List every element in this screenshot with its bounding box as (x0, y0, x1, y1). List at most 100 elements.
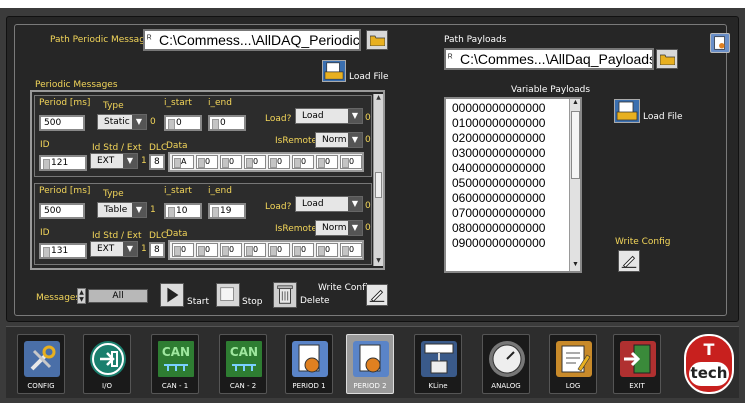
nav-exit-button[interactable]: EXIT (613, 334, 661, 394)
nav-analog-button[interactable]: ANALOG (482, 334, 530, 394)
nav-config-button[interactable]: CONFIG (17, 334, 65, 394)
start-label: Start (187, 297, 209, 307)
stop-button[interactable] (216, 283, 240, 307)
data-byte[interactable]: 0 (268, 243, 290, 257)
type-select[interactable]: Static ▼ (97, 114, 147, 130)
data-byte[interactable]: 0 (268, 155, 290, 169)
load-file-icon (324, 62, 344, 80)
istart-input[interactable]: 0 (164, 115, 202, 131)
document-gear-icon (714, 36, 725, 50)
nav-period1-button[interactable]: PERIOD 1 (285, 334, 333, 394)
trash-icon (277, 285, 293, 304)
payloads-path-input[interactable]: C:\Commes...\AllDaq_Payloads.txt (444, 48, 654, 70)
periodic-path-input[interactable]: C:\Commess...\AllDAQ_Periodic.txt (143, 29, 361, 51)
kline-terminal-icon (421, 341, 457, 377)
payloads-write-config-button[interactable] (618, 250, 640, 272)
nav-label: CAN - 1 (161, 382, 189, 390)
delete-button[interactable] (273, 282, 297, 308)
dlc-label: DLC (149, 143, 168, 153)
period-input[interactable]: 500 (39, 115, 85, 131)
nav-can2-button[interactable]: CAN CAN - 2 (219, 334, 267, 394)
nav-log-button[interactable]: LOG (549, 334, 597, 394)
payload-item[interactable]: 09000000000000 (446, 236, 568, 251)
scroll-down-icon[interactable]: ▼ (374, 257, 383, 266)
periodic-load-file-button[interactable] (322, 60, 346, 82)
scroll-thumb[interactable] (375, 172, 382, 198)
nav-can1-button[interactable]: CAN CAN - 1 (151, 334, 199, 394)
payload-item[interactable]: 07000000000000 (446, 206, 568, 221)
stepper-up-icon[interactable]: ▲ (78, 289, 85, 296)
dlc-input[interactable]: 8 (149, 154, 165, 170)
dlc-input[interactable]: 8 (149, 242, 165, 258)
payload-item[interactable]: 00000000000000 (446, 101, 568, 116)
id-input[interactable]: 121 (39, 155, 87, 171)
data-byte[interactable]: 0 (244, 155, 266, 169)
data-byte[interactable]: 0 (244, 243, 266, 257)
id-input[interactable]: 131 (39, 243, 87, 259)
istart-input[interactable]: 10 (164, 203, 202, 219)
periodic-messages-scrollbar[interactable]: ▲ ▼ (373, 94, 383, 266)
payload-item[interactable]: 04000000000000 (446, 161, 568, 176)
isremote-select[interactable]: Norm ▼ (315, 220, 363, 236)
data-byte[interactable]: 0 (292, 243, 314, 257)
type-select[interactable]: Table ▼ (97, 202, 147, 218)
payload-item[interactable]: 02000000000000 (446, 131, 568, 146)
nav-kline-button[interactable]: KLine (414, 334, 462, 394)
iend-input[interactable]: 0 (208, 115, 246, 131)
payload-item[interactable]: 03000000000000 (446, 146, 568, 161)
scroll-up-icon[interactable]: ▲ (374, 94, 383, 103)
data-byte[interactable]: 0 (196, 243, 218, 257)
data-byte[interactable]: 0 (340, 243, 362, 257)
payloads-load-file-button[interactable] (614, 99, 640, 123)
payloads-browse-button[interactable] (656, 49, 678, 69)
stepper-down-icon[interactable]: ▼ (78, 296, 85, 303)
log-notepad-icon (556, 341, 592, 377)
nav-label: LOG (565, 382, 581, 390)
scroll-up-icon[interactable]: ▲ (571, 99, 580, 109)
start-button[interactable] (160, 283, 184, 307)
messages-selector[interactable]: All (88, 289, 148, 303)
periodic-write-config-button[interactable] (366, 284, 388, 306)
data-byte[interactable]: 0 (196, 155, 218, 169)
isremote-select[interactable]: Norm ▼ (315, 132, 363, 148)
load-label: Load? (265, 202, 292, 212)
data-byte[interactable]: 0 (220, 243, 242, 257)
payloads-path-label: Path Payloads (444, 35, 507, 45)
period-label: Period [ms] (39, 98, 91, 108)
payload-item[interactable]: 05000000000000 (446, 176, 568, 191)
data-byte[interactable]: 0 (172, 243, 194, 257)
load-select[interactable]: Load ▼ (295, 108, 363, 124)
data-byte[interactable]: 0 (340, 155, 362, 169)
data-byte[interactable]: 0 (316, 155, 338, 169)
data-byte[interactable]: A (172, 155, 194, 169)
config-tools-icon (24, 341, 60, 377)
messages-stepper[interactable]: ▲ ▼ (77, 288, 86, 304)
data-byte[interactable]: 0 (316, 243, 338, 257)
payload-item[interactable]: 06000000000000 (446, 191, 568, 206)
chevron-down-icon: ▼ (348, 109, 362, 123)
nav-period2-button[interactable]: PERIOD 2 (346, 334, 394, 394)
load-select[interactable]: Load ▼ (295, 196, 363, 212)
payload-item[interactable]: 01000000000000 (446, 116, 568, 131)
period-input[interactable]: 500 (39, 203, 85, 219)
data-byte[interactable]: 0 (292, 155, 314, 169)
isremote-value: Norm (322, 135, 347, 145)
exit-door-icon (620, 341, 656, 377)
periodic-browse-button[interactable] (366, 30, 388, 50)
payload-rows: 00000000000000 01000000000000 0200000000… (446, 101, 568, 251)
scroll-down-icon[interactable]: ▼ (571, 261, 580, 271)
type-index: 1 (150, 205, 156, 215)
period-label: Period [ms] (39, 186, 91, 196)
nav-io-button[interactable]: I/O (83, 334, 131, 394)
idstd-select[interactable]: EXT ▼ (90, 153, 138, 169)
payloads-scrollbar[interactable]: ▲ ▼ (569, 99, 580, 271)
payloads-listbox[interactable]: 00000000000000 01000000000000 0200000000… (444, 97, 582, 273)
type-value: Table (104, 205, 128, 215)
folder-icon (369, 35, 385, 46)
payload-item[interactable]: 08000000000000 (446, 221, 568, 236)
iend-input[interactable]: 19 (208, 203, 246, 219)
settings-corner-button[interactable] (710, 33, 730, 53)
idstd-select[interactable]: EXT ▼ (90, 241, 138, 257)
scroll-thumb[interactable] (571, 111, 580, 179)
data-byte[interactable]: 0 (220, 155, 242, 169)
